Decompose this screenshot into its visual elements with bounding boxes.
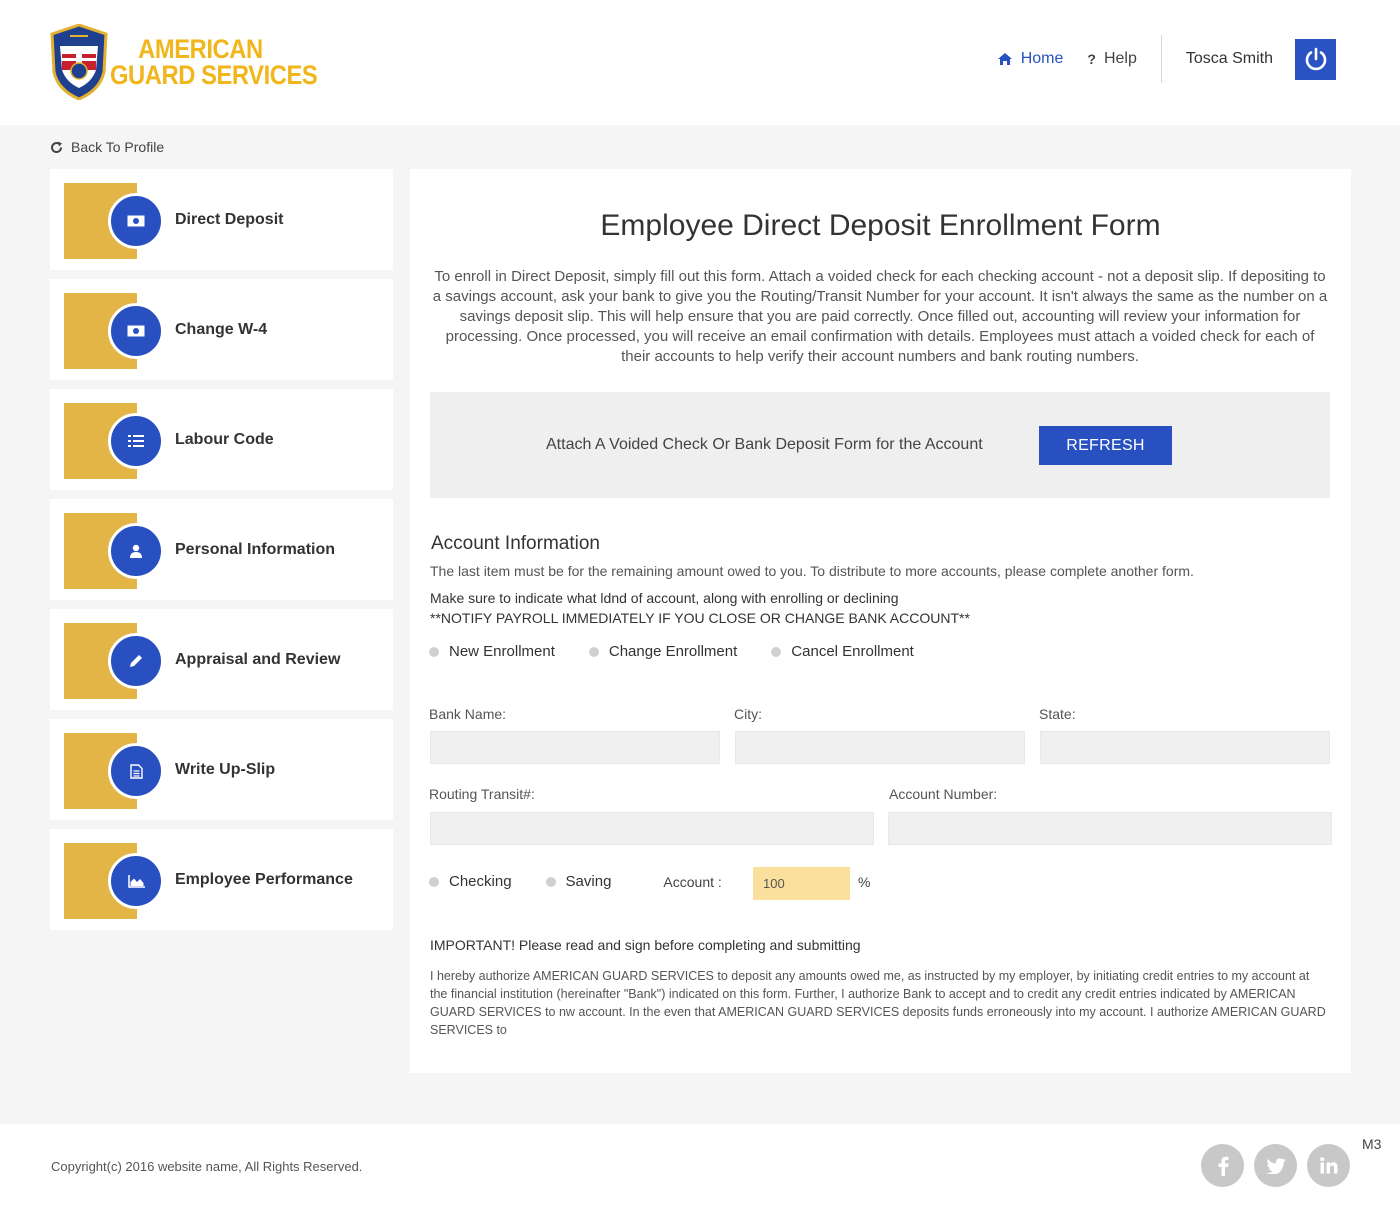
sidebar-item-label: Write Up-Slip — [175, 761, 276, 778]
linkedin-icon[interactable] — [1307, 1144, 1350, 1187]
payroll-notice: **NOTIFY PAYROLL IMMEDIATELY IF YOU CLOS… — [430, 610, 970, 626]
account-percent-label: Account : — [663, 873, 722, 890]
sidebar-item-change-w4[interactable]: Change W-4 — [50, 279, 393, 380]
logout-button[interactable] — [1295, 38, 1336, 80]
radio-dot — [545, 876, 556, 887]
refresh-arrow-icon — [51, 141, 63, 153]
routing-label: Routing Transit#: — [429, 786, 535, 802]
user-name[interactable]: Tosca Smith — [1186, 50, 1273, 68]
routing-input[interactable] — [430, 812, 874, 845]
radio-checking[interactable]: Checking — [429, 873, 512, 890]
enrollment-type-group: New Enrollment Change Enrollment Cancel … — [429, 643, 914, 660]
enrollment-form-card: Employee Direct Deposit Enrollment Form … — [410, 169, 1351, 1073]
user-icon — [108, 523, 164, 579]
facebook-icon[interactable] — [1201, 1144, 1244, 1187]
radio-dot — [771, 646, 782, 657]
account-number-input[interactable] — [888, 812, 1332, 845]
twitter-icon[interactable] — [1254, 1144, 1297, 1187]
sidebar-item-labour-code[interactable]: Labour Code — [50, 389, 393, 490]
radio-label: New Enrollment — [449, 643, 555, 660]
money-icon — [108, 303, 164, 359]
back-label: Back To Profile — [71, 139, 165, 155]
home-icon — [997, 53, 1012, 65]
radio-label: Change Enrollment — [608, 643, 738, 660]
intro-text: To enroll in Direct Deposit, simply fill… — [432, 268, 1328, 365]
social-links — [1201, 1144, 1360, 1187]
account-instructions: Make sure to indicate what ldnd of accou… — [430, 588, 970, 628]
sidebar-item-label: Employee Performance — [175, 871, 353, 888]
radio-label: Cancel Enrollment — [791, 643, 914, 660]
sidebar-item-direct-deposit[interactable]: Direct Deposit — [50, 169, 393, 270]
important-notice: IMPORTANT! Please read and sign before c… — [430, 937, 861, 953]
money-icon — [108, 193, 164, 249]
nav-divider — [1160, 35, 1162, 83]
nav-help[interactable]: ? Help — [1087, 50, 1136, 68]
area-chart-icon — [108, 853, 164, 909]
footer: Copyright(c) 2016 website name, All Righ… — [0, 1124, 1400, 1210]
sidebar-item-personal-information[interactable]: Personal Information — [50, 499, 393, 600]
account-type-group: Checking Saving Account : — [429, 873, 722, 890]
radio-dot — [588, 646, 599, 657]
state-input[interactable] — [1040, 731, 1330, 764]
version-label: M3 — [1362, 1136, 1382, 1152]
radio-label: Saving — [565, 873, 612, 890]
pencil-icon — [108, 633, 164, 689]
sidebar-item-label: Personal Information — [175, 541, 336, 558]
sidebar: Direct Deposit Change W-4 Labour Code Pe… — [50, 169, 393, 939]
bank-name-input[interactable] — [430, 731, 720, 764]
state-label: State: — [1039, 706, 1076, 722]
radio-label: Checking — [449, 873, 512, 890]
account-percent-input[interactable]: 100 — [753, 867, 850, 900]
account-instruction-line: Make sure to indicate what ldnd of accou… — [430, 590, 899, 606]
radio-cancel-enrollment[interactable]: Cancel Enrollment — [771, 643, 914, 660]
account-info-title: Account Information — [431, 533, 600, 554]
sidebar-item-label: Change W-4 — [175, 321, 268, 338]
brand-line-1: AMERICAN — [138, 34, 263, 64]
account-note: The last item must be for the remaining … — [430, 563, 1194, 579]
sidebar-item-label: Direct Deposit — [175, 211, 284, 228]
sidebar-item-write-up-slip[interactable]: Write Up-Slip — [50, 719, 393, 820]
refresh-button[interactable]: REFRESH — [1039, 426, 1172, 465]
radio-change-enrollment[interactable]: Change Enrollment — [588, 643, 738, 660]
power-icon — [1305, 47, 1326, 71]
bank-name-label: Bank Name: — [429, 706, 507, 722]
radio-dot — [429, 646, 439, 657]
sidebar-item-employee-performance[interactable]: Employee Performance — [50, 829, 393, 930]
brand-logo[interactable]: AMERICAN GUARD SERVICES — [50, 24, 346, 100]
question-icon: ? — [1087, 51, 1096, 67]
page-title: Employee Direct Deposit Enrollment Form — [600, 209, 1161, 242]
percent-sign: % — [858, 874, 871, 890]
radio-dot — [429, 876, 439, 887]
city-input[interactable] — [735, 731, 1025, 764]
account-number-label: Account Number: — [889, 786, 998, 802]
brand-name: AMERICAN GUARD SERVICES — [110, 34, 318, 90]
header: AMERICAN GUARD SERVICES Home ? Help Tosc… — [0, 0, 1400, 125]
radio-saving[interactable]: Saving — [545, 873, 612, 890]
brand-line-2: GUARD SERVICES — [110, 60, 318, 90]
attach-text: Attach A Voided Check Or Bank Deposit Fo… — [546, 436, 983, 453]
shield-logo-icon — [50, 24, 108, 100]
authorization-text: I hereby authorize AMERICAN GUARD SERVIC… — [430, 969, 1326, 1037]
sidebar-item-label: Labour Code — [175, 431, 274, 448]
top-nav: Home ? Help Tosca Smith — [997, 35, 1336, 83]
back-to-profile-link[interactable]: Back To Profile — [50, 139, 164, 155]
nav-home-label: Home — [1020, 50, 1064, 67]
city-label: City: — [734, 706, 762, 722]
attach-section: Attach A Voided Check Or Bank Deposit Fo… — [430, 392, 1330, 498]
copyright-text: Copyright(c) 2016 website name, All Righ… — [51, 1159, 363, 1174]
sidebar-item-appraisal-review[interactable]: Appraisal and Review — [50, 609, 393, 710]
nav-help-label: Help — [1103, 50, 1137, 67]
nav-home[interactable]: Home — [997, 50, 1064, 68]
document-icon — [108, 743, 164, 799]
radio-new-enrollment[interactable]: New Enrollment — [429, 643, 555, 660]
sidebar-item-label: Appraisal and Review — [175, 651, 341, 668]
list-icon — [108, 413, 164, 469]
